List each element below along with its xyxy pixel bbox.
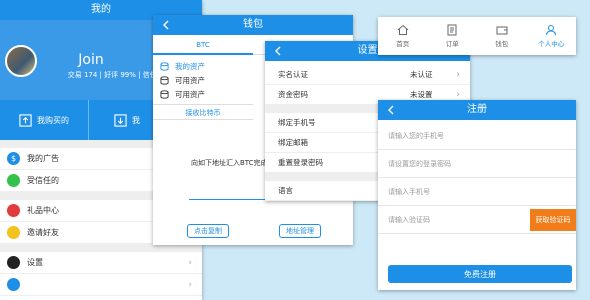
chevron-right-icon: › bbox=[188, 279, 192, 290]
settings-label: 绑定邮箱 bbox=[278, 138, 308, 147]
get-code-button[interactable]: 获取验证码 bbox=[530, 209, 576, 231]
tab-home[interactable]: 首页 bbox=[378, 24, 428, 48]
settings-label: 绑定手机号 bbox=[278, 118, 316, 127]
chevron-right-icon: › bbox=[188, 257, 192, 268]
gift-icon bbox=[7, 204, 20, 217]
download-icon bbox=[114, 113, 127, 127]
settings-label: 资金密码 bbox=[278, 90, 308, 99]
bought-label: 我购买的 bbox=[37, 115, 69, 125]
settings-label: 实名认证 bbox=[278, 70, 308, 79]
menu-label: 受信任的 bbox=[27, 176, 59, 185]
register-button[interactable]: 免费注册 bbox=[388, 265, 572, 283]
sold-label: 我 bbox=[132, 115, 140, 125]
user-icon bbox=[546, 25, 557, 36]
menu-label: 我的广告 bbox=[27, 154, 59, 163]
register-header: 注册 bbox=[378, 100, 576, 120]
back-icon[interactable] bbox=[384, 100, 398, 120]
copy-button[interactable]: 点击复制 bbox=[187, 224, 229, 238]
phone-confirm-input[interactable]: 请输入手机号 bbox=[378, 178, 576, 206]
settings-value: 未设置 bbox=[410, 90, 433, 99]
tab-profile[interactable]: 个人中心 bbox=[527, 24, 577, 48]
register-title: 注册 bbox=[467, 104, 487, 115]
invite-icon bbox=[7, 226, 20, 239]
coins-icon bbox=[160, 61, 169, 71]
settings-label: 重置登录密码 bbox=[278, 158, 323, 167]
address-manage-button[interactable]: 地址管理 bbox=[279, 224, 321, 238]
code-input[interactable]: 请输入验证码 获取验证码 bbox=[378, 206, 576, 234]
coins-icon bbox=[160, 75, 169, 85]
settings-title: 设置 bbox=[357, 45, 378, 56]
asset-label: 可用资产 bbox=[175, 89, 205, 99]
tab-label: 钱包 bbox=[495, 40, 509, 48]
upload-icon bbox=[19, 113, 32, 127]
back-icon[interactable] bbox=[271, 41, 285, 61]
coins-icon bbox=[160, 89, 169, 99]
phone-placeholder: 请输入您的手机号 bbox=[388, 131, 444, 140]
divider bbox=[0, 244, 202, 252]
tab-orders[interactable]: 订单 bbox=[428, 24, 478, 48]
order-icon bbox=[447, 24, 457, 36]
bought-button[interactable]: 我购买的 bbox=[0, 100, 89, 140]
asset-label: 可用资产 bbox=[175, 75, 205, 85]
gear-icon bbox=[7, 256, 20, 269]
wallet-title: 钱包 bbox=[243, 19, 263, 30]
back-icon[interactable] bbox=[159, 15, 173, 35]
bottom-tab-bar: 首页 订单 钱包 个人中心 bbox=[378, 17, 576, 55]
wallet-icon bbox=[496, 26, 508, 35]
tab-wallet[interactable]: 钱包 bbox=[477, 24, 527, 48]
shield-icon bbox=[7, 174, 20, 187]
register-screen: 注册 请输入您的手机号 请设置您的登录密码 请输入手机号 请输入验证码 获取验证… bbox=[378, 100, 576, 290]
settings-value: 未认证 bbox=[410, 70, 433, 79]
menu-item-help[interactable]: › bbox=[0, 274, 202, 296]
code-placeholder: 请输入验证码 bbox=[388, 215, 430, 224]
tab-label: 个人中心 bbox=[538, 40, 565, 48]
chevron-right-icon: › bbox=[456, 69, 460, 80]
menu-label: 礼品中心 bbox=[27, 206, 59, 215]
settings-label: 语言 bbox=[278, 186, 293, 195]
phone-confirm-placeholder: 请输入手机号 bbox=[388, 187, 430, 196]
menu-label: 设置 bbox=[27, 258, 43, 267]
tab-label: 订单 bbox=[445, 40, 459, 48]
password-placeholder: 请设置您的登录密码 bbox=[388, 159, 451, 168]
mine-title: 我的 bbox=[91, 4, 111, 15]
help-icon bbox=[7, 278, 20, 291]
settings-row-verify[interactable]: 实名认证 未认证 › bbox=[265, 65, 470, 85]
tab-label: 首页 bbox=[396, 40, 410, 48]
home-icon bbox=[397, 24, 409, 35]
phone-input[interactable]: 请输入您的手机号 bbox=[378, 122, 576, 150]
tab-btc[interactable]: BTC bbox=[153, 35, 253, 55]
chevron-right-icon: › bbox=[456, 89, 460, 100]
menu-label: 邀请好友 bbox=[27, 228, 59, 237]
dollar-icon: $ bbox=[7, 152, 20, 165]
wallet-header: 钱包 bbox=[153, 15, 353, 35]
password-input[interactable]: 请设置您的登录密码 bbox=[378, 150, 576, 178]
receive-instructions: 向如下地址汇入BTC完成 bbox=[191, 159, 268, 167]
tab-receive-btc[interactable]: 接收比特币 bbox=[153, 104, 253, 120]
asset-label: 我的资产 bbox=[175, 61, 205, 71]
menu-item-settings[interactable]: 设置 › bbox=[0, 252, 202, 274]
